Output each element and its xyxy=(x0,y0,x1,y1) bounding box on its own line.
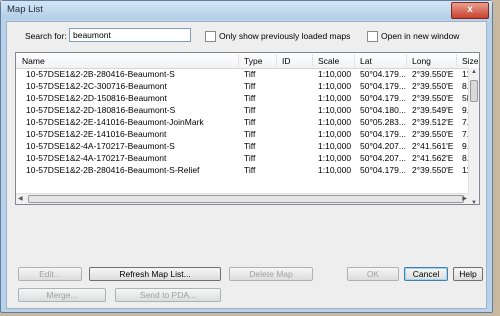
scroll-right-icon[interactable]: ▶ xyxy=(462,195,467,202)
cancel-button[interactable]: Cancel xyxy=(404,267,448,281)
cell-long: 2°39.550'E xyxy=(412,81,454,91)
cell-lat: 50°04.179... xyxy=(360,165,406,175)
scroll-up-icon[interactable]: ▲ xyxy=(471,69,477,75)
search-input[interactable] xyxy=(69,28,191,42)
cell-long: 2°41.562'E xyxy=(412,153,454,163)
column-divider[interactable] xyxy=(354,54,355,67)
map-list-table[interactable]: Name Type ID Scale Lat Long Size 10-57DS… xyxy=(15,52,480,205)
cell-type: Tiff xyxy=(244,117,256,127)
cell-name: 10-57DSE1&2-2B-280416-Beaumont-S-Relief xyxy=(26,165,200,175)
cell-long: 2°39.550'E xyxy=(412,69,454,79)
table-row[interactable]: 10-57DSE1&2-4A-170217-Beaumont-S Tiff 1:10… xyxy=(16,141,479,152)
table-row[interactable]: 10-57DSE1&2-4A-170217-Beaumont Tiff 1:10,0… xyxy=(16,153,479,164)
search-label: Search for: xyxy=(25,31,67,41)
cell-name: 10-57DSE1&2-2B-280416-Beaumont-S xyxy=(26,69,175,79)
refresh-map-list-button[interactable]: Refresh Map List... xyxy=(89,267,221,281)
vertical-scroll-thumb[interactable] xyxy=(470,80,478,102)
table-row[interactable]: 10-57DSE1&2-2B-280416-Beaumont-S-Relief T… xyxy=(16,165,479,176)
cell-lat: 50°04.207... xyxy=(360,141,406,151)
cell-long: 2°39.512'E xyxy=(412,117,454,127)
cell-lat: 50°04.179... xyxy=(360,81,406,91)
column-header-name[interactable]: Name xyxy=(22,56,45,66)
cell-name: 10-57DSE1&2-2D-150816-Beaumont xyxy=(26,93,167,103)
cell-scale: 1:10,000 xyxy=(318,165,352,175)
cell-lat: 50°04.179... xyxy=(360,93,406,103)
cell-scale: 1:10,000 xyxy=(318,93,352,103)
window-title: Map List xyxy=(7,4,43,15)
column-divider[interactable] xyxy=(312,54,313,67)
cell-scale: 1:10,000 xyxy=(318,69,352,79)
column-divider[interactable] xyxy=(238,54,239,67)
cell-lat: 50°04.207... xyxy=(360,153,406,163)
edit-button[interactable]: Edit... xyxy=(18,267,82,281)
table-row[interactable]: 10-57DSE1&2-2B-280416-Beaumont-S Tiff 1:10… xyxy=(16,69,479,80)
cell-lat: 50°04.180... xyxy=(360,105,406,115)
column-header-long[interactable]: Long xyxy=(412,56,431,66)
cell-type: Tiff xyxy=(244,93,256,103)
map-list-dialog: Map List x Search for: Only show previou… xyxy=(0,0,493,313)
scroll-down-icon[interactable]: ▼ xyxy=(471,200,477,204)
only-loaded-checkbox[interactable] xyxy=(205,31,216,42)
cell-scale: 1:10,000 xyxy=(318,81,352,91)
cell-scale: 1:10,000 xyxy=(318,117,352,127)
cell-name: 10-57DSE1&2-4A-170217-Beaumont xyxy=(26,153,167,163)
cell-long: 2°39.550'E xyxy=(412,93,454,103)
close-button[interactable]: x xyxy=(451,2,489,19)
delete-map-button[interactable]: Delete Map xyxy=(229,267,313,281)
cell-type: Tiff xyxy=(244,81,256,91)
cell-long: 2°39.550'E xyxy=(412,165,454,175)
cell-type: Tiff xyxy=(244,165,256,175)
close-icon: x xyxy=(467,4,473,15)
cell-type: Tiff xyxy=(244,105,256,115)
cell-scale: 1:10,000 xyxy=(318,105,352,115)
cell-type: Tiff xyxy=(244,69,256,79)
horizontal-scroll-thumb[interactable] xyxy=(28,195,464,203)
table-row[interactable]: 10-57DSE1&2-2C-300716-Beaumont Tiff 1:10,0… xyxy=(16,81,479,92)
table-row[interactable]: 10-57DSE1&2-2D-150816-Beaumont Tiff 1:10,0… xyxy=(16,93,474,104)
table-row[interactable]: 10-57DSE1&2-2E-141016-Beaumont Tiff 1:10,0… xyxy=(16,129,479,140)
send-to-pda-button[interactable]: Send to PDA... xyxy=(115,288,221,302)
column-divider[interactable] xyxy=(456,54,457,67)
cell-name: 10-57DSE1&2-2C-300716-Beaumont xyxy=(26,81,167,91)
cell-long: 2°41.561'E xyxy=(412,141,454,151)
help-button[interactable]: Help xyxy=(453,267,483,281)
column-header-size[interactable]: Size xyxy=(462,56,479,66)
cell-type: Tiff xyxy=(244,141,256,151)
table-header: Name Type ID Scale Lat Long Size xyxy=(16,53,479,69)
cell-lat: 50°05.283... xyxy=(360,117,406,127)
cell-lat: 50°04.179... xyxy=(360,69,406,79)
cell-type: Tiff xyxy=(244,129,256,139)
cell-scale: 1:10,000 xyxy=(318,153,352,163)
column-header-scale[interactable]: Scale xyxy=(318,56,339,66)
dialog-body: Search for: Only show previously loaded … xyxy=(6,21,487,309)
cell-scale: 1:10,000 xyxy=(318,141,352,151)
table-row[interactable]: 10-57DSE1&2-2E-141016-Beaumont-JoinMark T… xyxy=(16,117,479,128)
cell-name: 10-57DSE1&2-4A-170217-Beaumont-S xyxy=(26,141,175,151)
merge-button[interactable]: Merge... xyxy=(18,288,106,302)
cell-long: 2°39.549'E xyxy=(412,105,454,115)
cell-name: 10-57DSE1&2-2E-141016-Beaumont-JoinMark xyxy=(26,117,204,127)
column-header-id[interactable]: ID xyxy=(282,56,291,66)
cell-long: 2°39.550'E xyxy=(412,129,454,139)
table-row[interactable]: 10-57DSE1&2-2D-180816-Beaumont-S Tiff 1:10… xyxy=(16,105,479,116)
cell-name: 10-57DSE1&2-2D-180816-Beaumont-S xyxy=(26,105,176,115)
only-loaded-label: Only show previously loaded maps xyxy=(219,31,351,41)
cell-type: Tiff xyxy=(244,153,256,163)
open-new-window-checkbox[interactable] xyxy=(367,31,378,42)
cell-scale: 1:10,000 xyxy=(318,129,352,139)
column-header-lat[interactable]: Lat xyxy=(360,56,372,66)
cell-name: 10-57DSE1&2-2E-141016-Beaumont xyxy=(26,129,167,139)
open-new-window-label: Open in new window xyxy=(381,31,460,41)
title-bar[interactable]: Map List x xyxy=(1,1,492,19)
column-header-type[interactable]: Type xyxy=(244,56,262,66)
scroll-left-icon[interactable]: ◀ xyxy=(18,195,23,202)
cell-lat: 50°04.179... xyxy=(360,129,406,139)
ok-button[interactable]: OK xyxy=(347,267,399,281)
horizontal-scrollbar[interactable]: ◀ ▶ xyxy=(16,193,469,204)
column-divider[interactable] xyxy=(406,54,407,67)
column-divider[interactable] xyxy=(276,54,277,67)
vertical-scrollbar[interactable]: ▲ ▼ xyxy=(468,68,479,204)
